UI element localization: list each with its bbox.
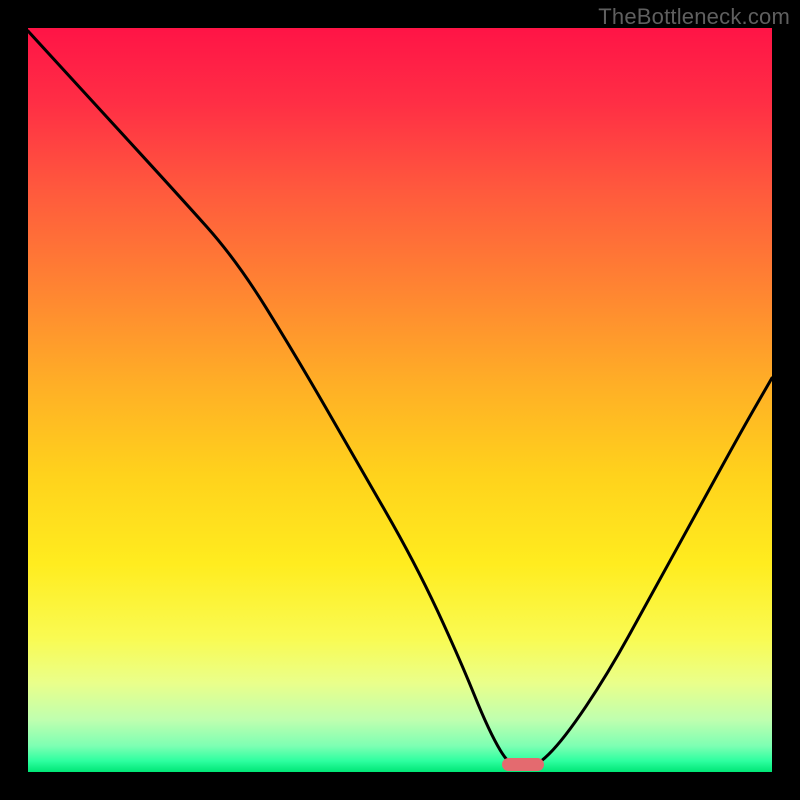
optimal-marker <box>502 758 544 771</box>
watermark-text: TheBottleneck.com <box>598 4 790 30</box>
chart-frame: TheBottleneck.com <box>0 0 800 800</box>
bottleneck-curve <box>28 28 772 772</box>
plot-area <box>28 28 772 772</box>
